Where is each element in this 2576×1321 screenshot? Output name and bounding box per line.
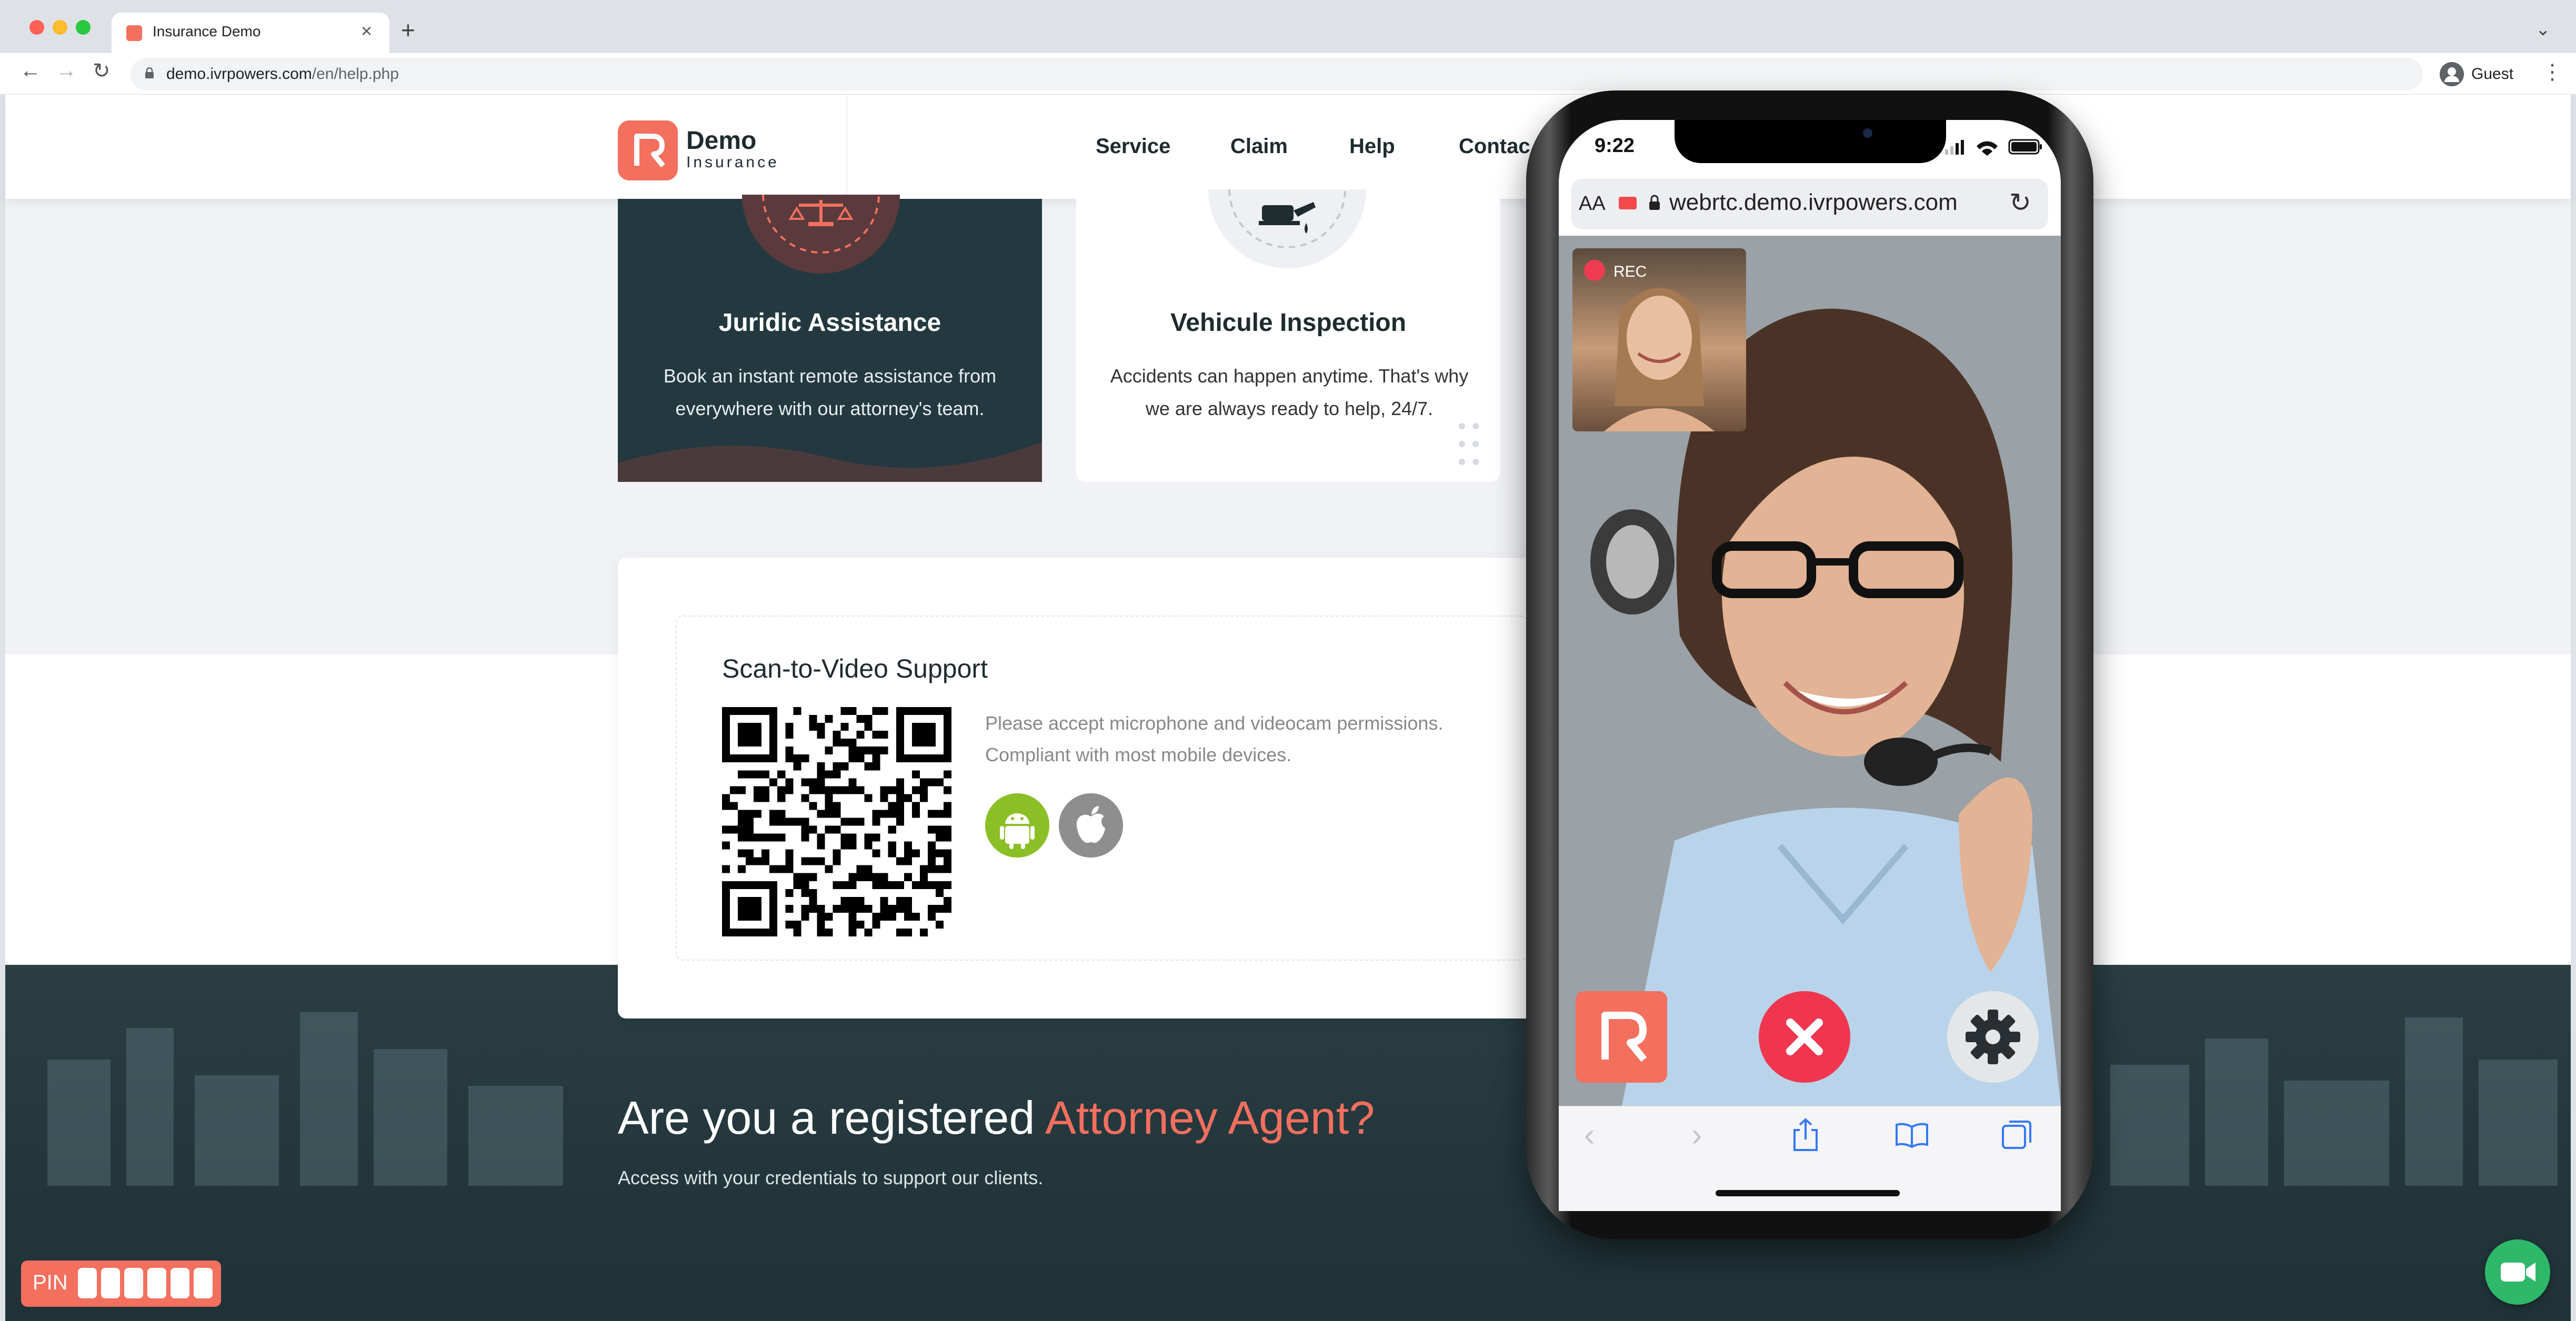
card-title: Vehicule Inspection — [1170, 309, 1407, 337]
nav-item-claim[interactable]: Claim — [1230, 135, 1288, 158]
tab-favicon-icon — [126, 25, 142, 41]
safari-reload-button[interactable]: ↻ — [2009, 187, 2031, 218]
reload-button[interactable]: ↻ — [93, 59, 111, 83]
window-close-button[interactable] — [29, 20, 44, 35]
lock-icon[interactable] — [144, 67, 155, 79]
url-host: demo.ivrpowers.com — [166, 65, 312, 83]
tab-title: Insurance Demo — [153, 23, 261, 39]
card-title: Juridic Assistance — [718, 309, 941, 337]
qr-code[interactable] — [722, 707, 951, 936]
window-minimize-button[interactable] — [53, 20, 67, 35]
drag-dots-decoration — [1459, 423, 1479, 465]
lock-icon — [1649, 195, 1660, 210]
scale-icon — [762, 195, 880, 254]
nav-item-help[interactable]: Help — [1349, 135, 1395, 158]
safari-forward-button[interactable]: › — [1691, 1116, 1702, 1154]
card-description: Accidents can happen anytime. That's why… — [1110, 365, 1469, 419]
pin-digit-field[interactable] — [78, 1268, 97, 1298]
android-icon[interactable] — [985, 793, 1049, 858]
pin-digit-field[interactable] — [194, 1268, 213, 1298]
logo-word-insurance[interactable]: Insurance — [686, 154, 779, 172]
home-indicator — [1716, 1190, 1900, 1196]
pin-digit-field[interactable] — [101, 1268, 120, 1298]
address-text[interactable]: demo.ivrpowers.com/en/help.php — [166, 65, 399, 83]
nav-item-contact[interactable]: Contac — [1459, 135, 1530, 158]
url-path: /en/help.php — [312, 65, 399, 83]
recording-indicator-icon — [1584, 260, 1605, 281]
new-tab-button[interactable]: + — [401, 16, 415, 44]
cta-title-accent: Attorney Agent? — [1045, 1092, 1375, 1144]
scan-description-line2: Compliant with most mobile devices. — [985, 744, 1292, 765]
phone-notch — [1675, 120, 1946, 163]
video-camera-icon[interactable] — [2485, 1239, 2550, 1305]
call-settings-gear-icon[interactable] — [1947, 991, 2039, 1083]
profile-label[interactable]: Guest — [2471, 65, 2513, 83]
apple-icon[interactable] — [1059, 793, 1123, 858]
site-header — [5, 95, 2571, 199]
hangup-close-icon[interactable] — [1759, 991, 1850, 1083]
back-button[interactable]: ← — [20, 59, 41, 83]
header-divider — [846, 95, 847, 199]
agent-cta-subtitle: Access with your credentials to support … — [618, 1167, 1044, 1188]
recording-label: REC — [1613, 263, 1647, 280]
forward-button[interactable]: → — [56, 59, 77, 83]
front-camera-icon — [1863, 128, 1872, 138]
tab-search-button[interactable]: ⌄ — [2535, 19, 2551, 40]
scan-title: Scan-to-Video Support — [722, 654, 988, 683]
car-wash-icon — [1228, 189, 1346, 248]
window-zoom-button[interactable] — [76, 20, 91, 35]
status-icons — [1945, 139, 2042, 156]
browser-menu-button[interactable]: ⋮ — [2542, 60, 2563, 84]
profile-avatar-icon[interactable] — [2440, 62, 2464, 86]
share-icon[interactable] — [1791, 1117, 1820, 1152]
agent-cta-title: Are you a registered Attorney Agent? — [618, 1091, 1375, 1145]
safari-text-size-button[interactable]: AA — [1579, 193, 1606, 215]
address-bar[interactable] — [131, 58, 2423, 90]
bookmarks-book-icon[interactable] — [1895, 1122, 1929, 1148]
status-time: 9:22 — [1595, 135, 1635, 157]
safari-back-button[interactable]: ‹ — [1584, 1116, 1595, 1154]
pin-digit-field[interactable] — [171, 1268, 189, 1298]
pin-digit-field[interactable] — [147, 1268, 166, 1298]
tabs-icon[interactable] — [2001, 1118, 2033, 1151]
tab-close-icon[interactable]: × — [361, 20, 372, 42]
call-brand-logo-icon[interactable] — [1576, 991, 1667, 1083]
recording-camera-icon — [1619, 197, 1637, 209]
card-description: Book an instant remote assistance from e… — [663, 365, 997, 419]
logo-word-demo[interactable]: Demo — [686, 126, 756, 155]
pin-digit-field[interactable] — [124, 1268, 143, 1298]
cta-title-plain: Are you a registered — [618, 1092, 1046, 1144]
card-juridic-wave — [618, 442, 1042, 482]
scan-description-line1: Please accept microphone and videocam pe… — [985, 712, 1444, 734]
safari-url[interactable]: webrtc.demo.ivrpowers.com — [1669, 189, 1958, 216]
pin-label: PIN — [33, 1271, 68, 1294]
brand-logo-icon[interactable] — [618, 120, 678, 180]
nav-item-service[interactable]: Service — [1096, 135, 1170, 158]
